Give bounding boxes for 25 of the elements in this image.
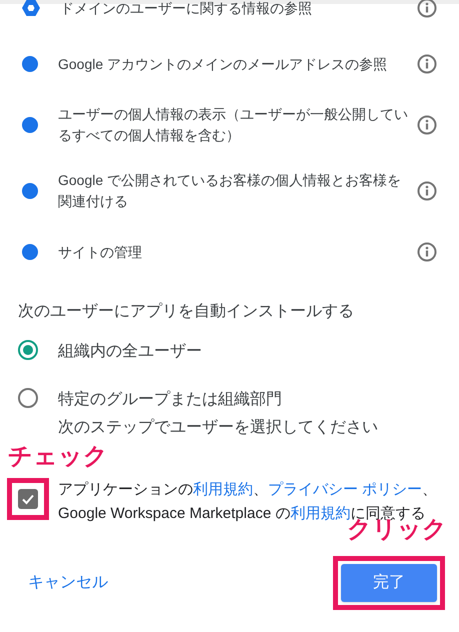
radio-button[interactable] bbox=[18, 340, 38, 360]
option-hint: 次のステップでユーザーを選択してください bbox=[58, 418, 378, 438]
terms-link[interactable]: プライバシー ポリシー bbox=[268, 481, 422, 498]
info-icon[interactable] bbox=[417, 54, 437, 74]
permission-text: ドメインのユーザーに関する情報の参照 bbox=[60, 0, 313, 18]
info-icon[interactable] bbox=[417, 181, 437, 201]
info-icon[interactable] bbox=[417, 242, 437, 262]
permission-text: サイトの管理 bbox=[58, 242, 143, 262]
option-label: 組織内の全ユーザー bbox=[58, 342, 202, 362]
terms-link[interactable]: 利用規約 bbox=[193, 481, 253, 498]
permission-text: Google アカウントのメインのメールアドレスの参照 bbox=[58, 54, 388, 74]
permission-text: ユーザーの個人情報の表示（ユーザーが一般公開しているすべての個人情報を含む） bbox=[58, 105, 409, 145]
done-button[interactable]: 完了 bbox=[341, 564, 437, 602]
option-label: 特定のグループまたは組織部門 bbox=[58, 390, 283, 410]
checkbox[interactable] bbox=[18, 489, 38, 509]
cancel-button[interactable]: キャンセル bbox=[28, 571, 108, 595]
check-icon bbox=[21, 492, 35, 506]
info-icon[interactable] bbox=[417, 0, 437, 18]
install-heading: 次のユーザーにアプリを自動インストールする bbox=[18, 302, 355, 322]
permission-text: Google で公開されているお客様の個人情報とお客様を関連付ける bbox=[58, 171, 402, 211]
annotation-label: チェック bbox=[8, 443, 108, 470]
hexagon-icon bbox=[22, 0, 40, 16]
terms-link[interactable]: 利用規約 bbox=[290, 505, 350, 522]
radio-button[interactable] bbox=[18, 388, 38, 408]
info-icon[interactable] bbox=[417, 115, 437, 135]
